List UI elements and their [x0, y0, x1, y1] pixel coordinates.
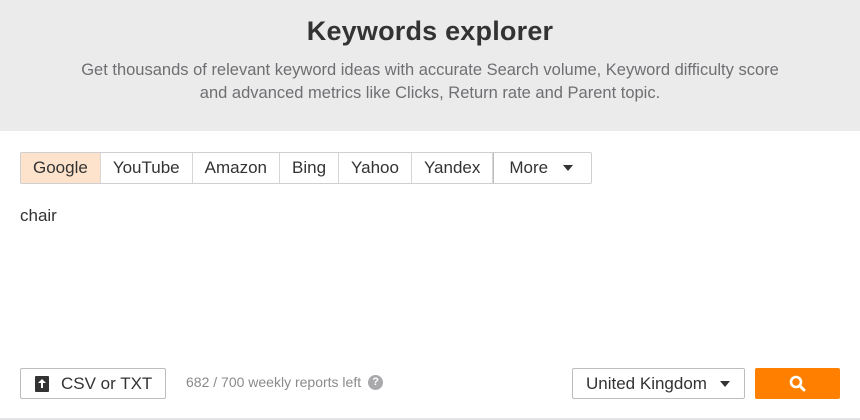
search-engine-tabs: Google YouTube Amazon Bing Yahoo Yandex … — [20, 152, 593, 184]
tab-amazon[interactable]: Amazon — [193, 153, 281, 183]
upload-icon — [35, 375, 49, 392]
tab-yandex[interactable]: Yandex — [412, 153, 494, 183]
country-select-value: United Kingdom — [586, 374, 707, 393]
help-icon[interactable]: ? — [368, 374, 384, 390]
tab-yahoo[interactable]: Yahoo — [339, 153, 412, 183]
keyword-input[interactable] — [20, 205, 840, 355]
tab-more-label: More — [509, 158, 549, 177]
page-subtitle: Get thousands of relevant keyword ideas … — [81, 61, 779, 102]
upload-file-button[interactable]: CSV or TXT — [20, 368, 166, 399]
tab-more-dropdown[interactable]: More — [493, 153, 591, 183]
tab-youtube[interactable]: YouTube — [101, 153, 193, 183]
search-button[interactable] — [755, 368, 840, 399]
search-icon — [789, 375, 806, 392]
page-title: Keywords explorer — [306, 16, 554, 46]
tab-google[interactable]: Google — [21, 153, 101, 183]
reports-remaining: 682 / 700 weekly reports left ? — [186, 374, 384, 390]
chevron-down-icon — [563, 165, 574, 171]
chevron-down-icon — [720, 381, 730, 387]
tab-bing[interactable]: Bing — [280, 153, 340, 183]
hero-banner: Keywords explorer Get thousands of relev… — [0, 0, 860, 131]
upload-label: CSV or TXT — [61, 373, 153, 393]
reports-remaining-text: 682 / 700 weekly reports left — [186, 374, 362, 390]
country-select[interactable]: United Kingdom — [572, 368, 745, 399]
